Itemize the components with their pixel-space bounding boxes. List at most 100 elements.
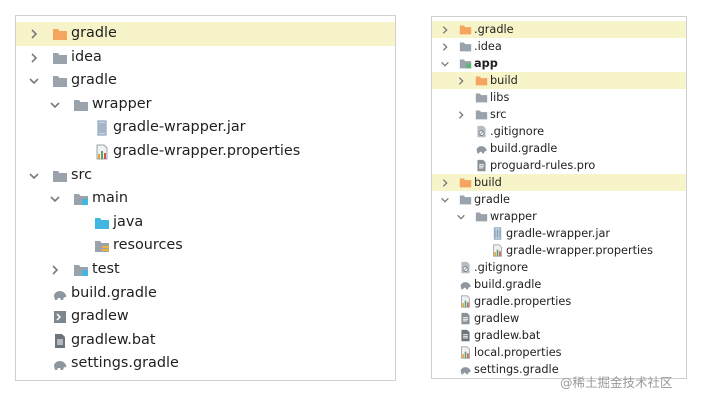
folder-icon bbox=[475, 91, 488, 104]
tree-item[interactable]: java bbox=[16, 211, 395, 235]
tree-item-label: build.gradle bbox=[474, 278, 542, 291]
tree-item[interactable]: build.gradle bbox=[16, 282, 395, 306]
tree-item[interactable]: build.gradle bbox=[432, 276, 686, 293]
tree-item[interactable]: gradle.properties bbox=[432, 293, 686, 310]
tree-item[interactable]: wrapper bbox=[16, 93, 395, 117]
tree-item[interactable]: gradle bbox=[16, 22, 395, 46]
gradle-elephant-icon bbox=[459, 363, 472, 376]
orange-folder-icon bbox=[459, 23, 472, 36]
tree-item-label: test bbox=[92, 260, 120, 277]
tree-item[interactable]: src bbox=[16, 164, 395, 188]
tree-item[interactable]: build bbox=[432, 174, 686, 191]
tree-item[interactable]: gradle-wrapper.properties bbox=[16, 140, 395, 164]
tree-item[interactable]: app bbox=[432, 55, 686, 72]
tree-item[interactable]: .gitignore bbox=[432, 123, 686, 140]
chevron-right-icon[interactable] bbox=[440, 178, 450, 188]
tree-item[interactable]: wrapper bbox=[432, 208, 686, 225]
folder-icon bbox=[52, 50, 68, 66]
tree-item-label: src bbox=[71, 166, 93, 183]
tree-item[interactable]: .gitignore bbox=[432, 259, 686, 276]
tree-item-label: gradle.properties bbox=[474, 295, 572, 308]
tree-item[interactable]: .idea bbox=[432, 38, 686, 55]
chevron-right-icon[interactable] bbox=[440, 42, 450, 52]
resources-folder-icon bbox=[94, 238, 110, 254]
tree-item[interactable]: resources bbox=[16, 234, 395, 258]
folder-icon bbox=[73, 97, 89, 113]
shell-script-icon bbox=[52, 309, 68, 325]
chevron-down-icon[interactable] bbox=[49, 193, 61, 205]
tree-item-label: gradle-wrapper.properties bbox=[113, 142, 301, 159]
folder-icon bbox=[475, 210, 488, 223]
tree-item-label: gradle-wrapper.properties bbox=[506, 244, 654, 257]
tree-item[interactable]: libs bbox=[432, 89, 686, 106]
tree-item[interactable]: src bbox=[432, 106, 686, 123]
left-project-tree: gradle idea gradle wrapper gradle-wrapper.ja… bbox=[16, 22, 395, 376]
chevron-down-icon[interactable] bbox=[28, 170, 40, 182]
tree-item-label: build.gradle bbox=[71, 284, 157, 301]
tree-item-label: java bbox=[113, 213, 144, 230]
chevron-down-icon[interactable] bbox=[440, 59, 450, 69]
tree-item[interactable]: main bbox=[16, 187, 395, 211]
tree-item[interactable]: local.properties bbox=[432, 344, 686, 361]
tree-item-label: gradle bbox=[71, 72, 117, 89]
chevron-down-icon[interactable] bbox=[28, 75, 40, 87]
tree-item-label: idea bbox=[71, 48, 102, 65]
tree-item[interactable]: proguard-rules.pro bbox=[432, 157, 686, 174]
properties-file-icon bbox=[459, 346, 472, 359]
tree-item-label: gradlew.bat bbox=[71, 331, 156, 348]
orange-folder-icon bbox=[52, 26, 68, 42]
tree-item[interactable]: gradle-wrapper.jar bbox=[432, 225, 686, 242]
chevron-right-icon[interactable] bbox=[456, 76, 466, 86]
tree-item[interactable]: gradlew.bat bbox=[432, 327, 686, 344]
blue-folder-icon bbox=[94, 215, 110, 231]
folder-icon bbox=[475, 108, 488, 121]
tree-item-label: gradle bbox=[71, 25, 117, 41]
tree-item[interactable]: build.gradle bbox=[432, 140, 686, 157]
tree-item-label: gradle-wrapper.jar bbox=[506, 227, 611, 240]
tree-item[interactable]: gradlew bbox=[432, 310, 686, 327]
tree-item[interactable]: gradle-wrapper.properties bbox=[432, 242, 686, 259]
chevron-down-icon[interactable] bbox=[456, 212, 466, 222]
tree-item-label: gradlew.bat bbox=[474, 329, 541, 342]
orange-folder-icon bbox=[459, 176, 472, 189]
chevron-down-icon[interactable] bbox=[440, 195, 450, 205]
tree-item-label: resources bbox=[113, 237, 183, 254]
tree-item-label: wrapper bbox=[490, 210, 537, 223]
tree-item-label: .idea bbox=[474, 40, 502, 53]
tree-item-label: proguard-rules.pro bbox=[490, 159, 596, 172]
text-file-icon bbox=[459, 312, 472, 325]
tree-item[interactable]: test bbox=[16, 258, 395, 282]
chevron-right-icon[interactable] bbox=[28, 28, 40, 40]
tree-item-label: gradlew bbox=[71, 308, 129, 325]
tree-item[interactable]: gradlew bbox=[16, 305, 395, 329]
properties-file-icon bbox=[491, 244, 504, 257]
chevron-right-icon[interactable] bbox=[456, 110, 466, 120]
source-folder-icon bbox=[73, 191, 89, 207]
chevron-down-icon[interactable] bbox=[49, 99, 61, 111]
tree-item-label: libs bbox=[490, 91, 510, 104]
source-folder-icon bbox=[73, 262, 89, 278]
tree-item-label: local.properties bbox=[474, 346, 562, 359]
jar-file-icon bbox=[491, 227, 504, 240]
tree-item[interactable]: gradle bbox=[16, 69, 395, 93]
gitignore-file-icon bbox=[475, 125, 488, 138]
chevron-right-icon[interactable] bbox=[28, 52, 40, 64]
tree-item[interactable]: gradle bbox=[432, 191, 686, 208]
tree-item-label: settings.gradle bbox=[474, 363, 559, 376]
chevron-right-icon[interactable] bbox=[49, 264, 61, 276]
tree-item[interactable]: .gradle bbox=[432, 21, 686, 38]
gradle-elephant-icon bbox=[52, 286, 68, 302]
tree-item-label: main bbox=[92, 190, 128, 207]
tree-item-label: gradle-wrapper.jar bbox=[113, 119, 246, 136]
tree-item[interactable]: idea bbox=[16, 46, 395, 70]
folder-icon bbox=[459, 193, 472, 206]
tree-item[interactable]: gradlew.bat bbox=[16, 329, 395, 353]
tree-item[interactable]: settings.gradle bbox=[16, 352, 395, 376]
tree-item-label: settings.gradle bbox=[71, 355, 179, 372]
chevron-right-icon[interactable] bbox=[440, 25, 450, 35]
tree-item-label: build bbox=[474, 176, 502, 189]
tree-item[interactable]: build bbox=[432, 72, 686, 89]
orange-folder-icon bbox=[475, 74, 488, 87]
tree-item-label: gradlew bbox=[474, 312, 520, 325]
tree-item[interactable]: gradle-wrapper.jar bbox=[16, 116, 395, 140]
